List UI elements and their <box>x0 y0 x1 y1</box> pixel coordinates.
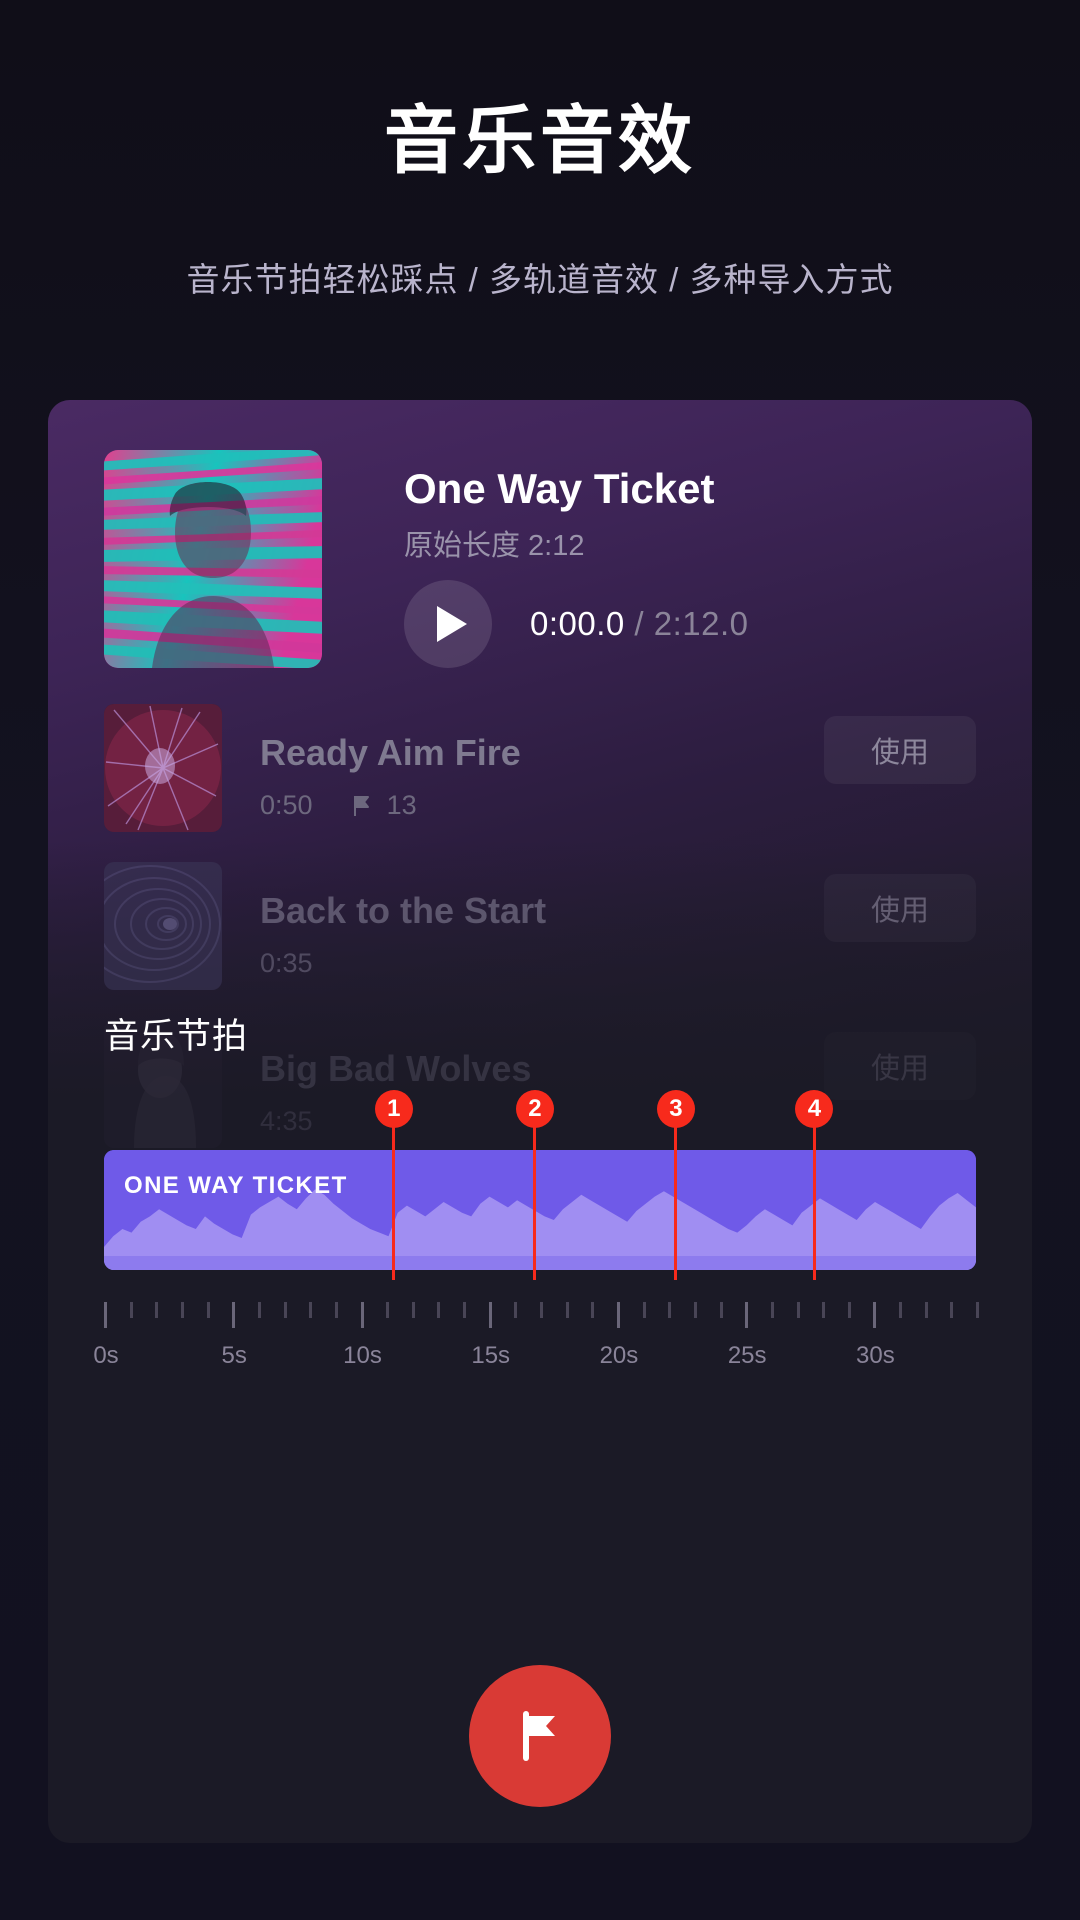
ruler-tick-minor <box>155 1302 159 1318</box>
beat-marker-stem <box>533 1116 537 1280</box>
ruler-label: 0s <box>93 1342 119 1369</box>
track-artwork <box>104 862 222 990</box>
use-button[interactable]: 使用 <box>824 874 976 942</box>
ruler-label: 5s <box>221 1342 247 1369</box>
flag-icon <box>523 1711 555 1761</box>
ruler-tick-major <box>873 1302 877 1328</box>
now-playing-artwork[interactable] <box>104 450 322 668</box>
clip-label: ONE WAY TICKET <box>124 1172 348 1199</box>
total-time: 2:12.0 <box>653 605 749 642</box>
ruler-tick-minor <box>719 1302 723 1318</box>
ruler-label: 20s <box>599 1342 639 1369</box>
now-playing-original-length: 原始长度 2:12 <box>404 530 585 562</box>
ruler-tick-minor <box>770 1302 774 1318</box>
ruler-tick-minor <box>437 1302 441 1318</box>
ruler-tick-minor <box>309 1302 313 1318</box>
ruler-tick-major <box>488 1302 492 1328</box>
list-item[interactable]: Back to the Start 0:35 使用 <box>104 850 976 1008</box>
beat-timeline: ONE WAY TICKET 1 2 3 4 0s 5s 10s 15s 20s 25s 30s <box>93 1090 979 1369</box>
ruler-tick-minor <box>386 1302 390 1318</box>
ruler-tick-minor <box>129 1302 133 1318</box>
ruler-tick-minor <box>847 1302 851 1318</box>
ruler-tick-major <box>232 1302 236 1328</box>
ruler-tick-major <box>360 1302 364 1328</box>
ruler-tick-minor <box>924 1302 928 1318</box>
ruler-label: 10s <box>343 1342 382 1369</box>
ruler-tick-minor <box>334 1302 338 1318</box>
current-time: 0:00.0 <box>530 605 625 642</box>
beat-marker-stem <box>674 1116 678 1280</box>
track-beat-count: 13 <box>386 790 417 820</box>
track-duration: 0:35 <box>260 948 313 978</box>
ruler-tick-major <box>616 1302 620 1328</box>
ruler-tick-minor <box>283 1302 287 1318</box>
app-root: 音乐音效 音乐节拍轻松踩点 / 多轨道音效 / 多种导入方式 One Way T… <box>0 0 1080 1920</box>
ruler-tick-minor <box>899 1302 903 1318</box>
track-name: Back to the Start <box>260 890 547 931</box>
beat-section-heading: 音乐节拍 <box>104 1017 249 1056</box>
add-beat-button[interactable] <box>469 1665 611 1807</box>
time-separator: / <box>624 605 654 642</box>
now-playing-title: One Way Ticket <box>404 465 715 512</box>
beat-marker-pin[interactable]: 4 <box>795 1090 834 1128</box>
track-artwork <box>104 704 222 832</box>
ruler-tick-minor <box>693 1302 697 1318</box>
use-button[interactable]: 使用 <box>824 716 976 784</box>
ruler-tick-minor <box>642 1302 646 1318</box>
ruler-tick-major <box>745 1302 749 1328</box>
track-meta: 0:50 13 <box>260 790 417 821</box>
play-icon <box>437 606 467 642</box>
ruler-tick-minor <box>668 1302 672 1318</box>
track-duration: 0:50 <box>260 790 313 820</box>
ruler-label: 30s <box>856 1342 895 1369</box>
ruler-tick-minor <box>565 1302 569 1318</box>
list-item[interactable]: Ready Aim Fire 0:50 13 使用 <box>104 692 976 850</box>
ruler-tick-major <box>104 1302 107 1328</box>
ruler-tick-minor <box>540 1302 543 1318</box>
time-ruler: 0s 5s 10s 15s 20s 25s 30s <box>93 1302 979 1388</box>
play-button[interactable] <box>404 580 492 668</box>
playback-time: 0:00.0 / 2:12.0 <box>530 605 749 643</box>
ruler-tick-minor <box>257 1302 261 1318</box>
track-meta: 0:35 <box>260 948 313 979</box>
beat-marker-stem <box>812 1116 816 1280</box>
ruler-tick-minor <box>822 1302 826 1318</box>
track-name: Big Bad Wolves <box>260 1048 532 1089</box>
beat-marker-pin[interactable]: 1 <box>374 1090 413 1128</box>
beat-marker-pin[interactable]: 2 <box>515 1090 554 1128</box>
ruler-label: 25s <box>727 1342 767 1369</box>
ruler-tick-minor <box>796 1302 800 1318</box>
ruler-tick-minor <box>180 1302 184 1318</box>
waveform-clip[interactable]: ONE WAY TICKET <box>104 1150 976 1270</box>
ruler-tick-minor <box>463 1302 467 1318</box>
ruler-tick-minor <box>950 1302 954 1318</box>
ruler-tick-minor <box>206 1302 210 1318</box>
beat-marker-stem <box>392 1116 396 1280</box>
track-name: Ready Aim Fire <box>260 732 521 773</box>
now-playing-transport: 0:00.0 / 2:12.0 <box>404 578 749 670</box>
music-panel-card: One Way Ticket 原始长度 2:12 0:00.0 / 2:12.0 <box>48 400 1032 1843</box>
page-subtitle: 音乐节拍轻松踩点 / 多轨道音效 / 多种导入方式 <box>186 261 894 298</box>
beat-marker-pin[interactable]: 3 <box>656 1090 695 1128</box>
ruler-label: 15s <box>471 1342 511 1369</box>
ruler-tick-minor <box>591 1302 595 1318</box>
flag-icon <box>349 793 375 819</box>
ruler-tick-minor <box>411 1302 415 1318</box>
ruler-tick-minor <box>976 1302 979 1318</box>
ruler-tick-minor <box>514 1302 518 1318</box>
page-title: 音乐音效 <box>384 99 696 182</box>
